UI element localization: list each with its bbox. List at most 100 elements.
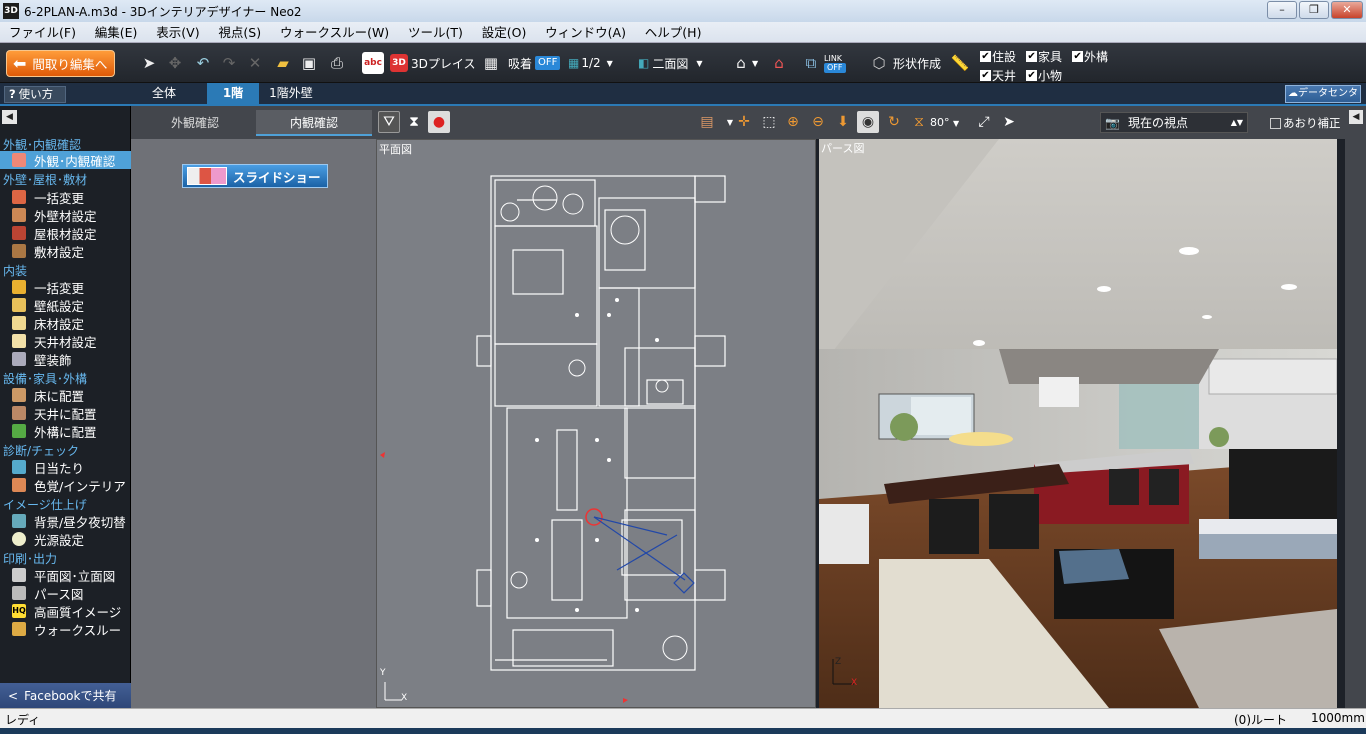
- sidebar-item-place-ceiling[interactable]: 天井に配置: [0, 404, 131, 422]
- sidebar-item-floor[interactable]: 床材設定: [0, 314, 131, 332]
- layers-icon[interactable]: ▤: [696, 111, 718, 133]
- tab-floor-1[interactable]: 1階: [207, 83, 259, 104]
- collapse-right-icon[interactable]: ◀: [1349, 110, 1363, 124]
- sidebar-item-color-vision[interactable]: 色覚/インテリア: [0, 476, 131, 494]
- view-mode-select[interactable]: ◧ 二面図 ▼: [638, 51, 703, 75]
- sidebar-item-exterior-bulk[interactable]: 一括変更: [0, 188, 131, 206]
- sidebar-item-roof[interactable]: 屋根材設定: [0, 224, 131, 242]
- maximize-button[interactable]: ❐: [1299, 1, 1329, 19]
- sidebar-item-exterior-wall[interactable]: 外壁材設定: [0, 206, 131, 224]
- slideshow-button[interactable]: スライドショー: [182, 164, 328, 188]
- plan-view[interactable]: 平面図 Y X: [376, 139, 816, 708]
- pan-icon[interactable]: ✥: [164, 52, 186, 74]
- shape-create-button[interactable]: ⬡ 形状作成: [868, 51, 941, 75]
- sidebar-item-background[interactable]: 背景/昼夕夜切替: [0, 512, 131, 530]
- 3d-place-button[interactable]: 3D 3Dプレイス: [390, 51, 476, 75]
- check-ceiling[interactable]: ✔ 天井: [980, 67, 1016, 84]
- sidebar-item-perspective-print[interactable]: パース図: [0, 584, 131, 602]
- sidebar-item-place-floor[interactable]: 床に配置: [0, 386, 131, 404]
- marker-edit-icon[interactable]: ●: [428, 111, 450, 133]
- text-abc-icon[interactable]: abc: [362, 52, 384, 74]
- tab-floor-1-exterior[interactable]: 1階外壁: [260, 83, 322, 104]
- fov-select[interactable]: 80° ▼: [930, 114, 966, 132]
- check-accessories[interactable]: ✔ 小物: [1026, 67, 1062, 84]
- sidebar-item-plan-print[interactable]: 平面図･立面図: [0, 566, 131, 584]
- rotate-view-icon[interactable]: ↻: [883, 111, 905, 133]
- check-furniture[interactable]: ✔ 家具: [1026, 48, 1062, 65]
- close-button[interactable]: ✕: [1331, 1, 1363, 19]
- snap-toggle[interactable]: 吸着 OFF: [508, 51, 561, 75]
- sidebar-item-view-check[interactable]: 外観･内観確認: [0, 151, 131, 169]
- pointer-icon[interactable]: ➤: [998, 111, 1020, 133]
- zoom-out-icon[interactable]: ⊖: [807, 111, 829, 133]
- move-icon[interactable]: ✛: [733, 111, 755, 133]
- save-icon[interactable]: ▣: [298, 52, 320, 74]
- collapse-left-icon[interactable]: ◀: [2, 110, 17, 124]
- house-color-icon[interactable]: ⌂: [768, 52, 790, 74]
- house-icon[interactable]: ⌂: [730, 52, 752, 74]
- status-bar: レディ (0)ルート 1000mm: [0, 708, 1366, 728]
- viewpoint-select[interactable]: 📷 現在の視点 ▲▼: [1100, 112, 1248, 133]
- view-toolbar: ⛛ ⧗ ● ▤ ▼ ✛ ⬚ ⊕ ⊖ ⬇ ◉ ↻ ⧖ 80° ▼ ⤢ ➤ 📷 現在…: [376, 106, 1366, 139]
- menu-window[interactable]: ウィンドウ(A): [536, 22, 632, 41]
- view-check-panel: 外観確認 内観確認 スライドショー: [131, 106, 376, 708]
- tilt-correct-checkbox[interactable]: あおり補正: [1270, 115, 1341, 131]
- menu-view[interactable]: 表示(V): [147, 22, 205, 41]
- tab-all[interactable]: 全体: [136, 83, 192, 104]
- measure-ruler-icon[interactable]: 📏: [949, 52, 971, 74]
- section-title: イメージ仕上げ: [3, 498, 87, 512]
- share-icon: <: [8, 688, 19, 703]
- interior-bulk-icon: [12, 280, 26, 294]
- sidebar-item-interior-bulk[interactable]: 一括変更: [0, 278, 131, 296]
- data-center-button[interactable]: ☁データセンター: [1285, 85, 1361, 115]
- section-title: 内装: [3, 264, 28, 278]
- camera-height-icon[interactable]: ⧗: [403, 111, 425, 133]
- sidebar-item-walkthrough[interactable]: ウォークスルー: [0, 620, 131, 638]
- camera-place-icon[interactable]: ⛛: [378, 111, 400, 133]
- sidebar-item-light-source[interactable]: 光源設定: [0, 530, 131, 548]
- grid-icon[interactable]: ▦: [480, 52, 502, 74]
- minimize-button[interactable]: –: [1267, 1, 1297, 19]
- orbit-icon[interactable]: ◉: [857, 111, 879, 133]
- print-icon[interactable]: ⎙: [326, 52, 348, 74]
- zoom-window-icon[interactable]: ⬚: [758, 111, 780, 133]
- checkbox-icon: ✔: [1026, 51, 1038, 62]
- sidebar-item-wall-decoration[interactable]: 壁装飾: [0, 350, 131, 368]
- undo-icon[interactable]: ↶: [192, 52, 214, 74]
- menu-edit[interactable]: 編集(E): [86, 22, 144, 41]
- menu-viewpoint[interactable]: 視点(S): [209, 22, 267, 41]
- sidebar-item-ceiling-material[interactable]: 天井材設定: [0, 332, 131, 350]
- link-toggle[interactable]: ⧉ LINK OFF: [800, 51, 846, 75]
- menu-file[interactable]: ファイル(F): [0, 22, 82, 41]
- perspective-view[interactable]: パース図 Z X: [819, 139, 1337, 708]
- sidebar-item-paving[interactable]: 敷材設定: [0, 242, 131, 260]
- shape-create-label: 形状作成: [893, 56, 942, 71]
- open-folder-icon[interactable]: ▰: [272, 52, 294, 74]
- field-of-view-icon[interactable]: ⧖: [908, 111, 930, 133]
- help-button[interactable]: ? 使い方: [4, 86, 66, 103]
- menu-tools[interactable]: ツール(T): [399, 22, 469, 41]
- section-title: 診断/チェック: [3, 444, 80, 458]
- walk-down-icon[interactable]: ⬇: [832, 111, 854, 133]
- grid-size-select[interactable]: ▦ 1/2 ▼: [568, 51, 613, 75]
- select-cursor-icon[interactable]: ➤: [138, 52, 160, 74]
- zoom-in-icon[interactable]: ⊕: [782, 111, 804, 133]
- delete-icon[interactable]: ✕: [244, 52, 266, 74]
- spin-arrows-icon: ▲▼: [1230, 118, 1243, 127]
- menu-help[interactable]: ヘルプ(H): [636, 22, 708, 41]
- tab-interior-check[interactable]: 内観確認: [256, 110, 372, 136]
- check-fixtures[interactable]: ✔ 住設: [980, 48, 1016, 65]
- redo-icon[interactable]: ↷: [218, 52, 240, 74]
- layout-edit-button[interactable]: ⬅ 間取り編集へ: [6, 50, 115, 77]
- tab-exterior-check[interactable]: 外観確認: [137, 110, 253, 136]
- sidebar-item-sunlight[interactable]: 日当たり: [0, 458, 131, 476]
- fit-all-icon[interactable]: ⤢: [973, 111, 995, 133]
- menu-settings[interactable]: 設定(O): [473, 22, 533, 41]
- menu-walkthrough[interactable]: ウォークスルー(W): [271, 22, 395, 41]
- sidebar-item-hq-image[interactable]: HQ 高画質イメージ: [0, 602, 131, 620]
- status-text: レディ: [5, 713, 41, 727]
- sidebar-item-place-exterior[interactable]: 外構に配置: [0, 422, 131, 440]
- facebook-share-button[interactable]: < Facebookで共有: [0, 683, 131, 708]
- check-exterior[interactable]: ✔ 外構: [1072, 48, 1108, 65]
- sidebar-item-wallpaper[interactable]: 壁紙設定: [0, 296, 131, 314]
